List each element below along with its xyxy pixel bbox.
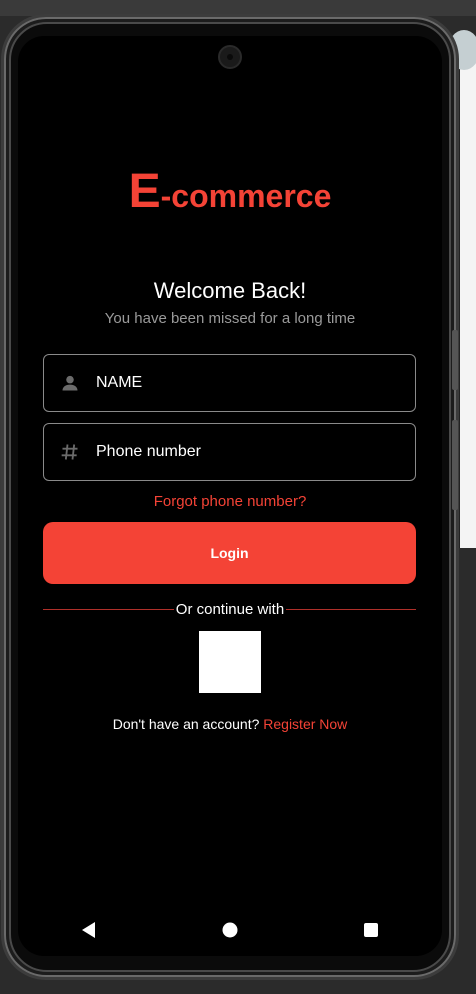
name-input[interactable]	[96, 374, 396, 392]
welcome-subtitle: You have been missed for a long time	[104, 310, 356, 327]
or-continue-label: Or continue with	[18, 601, 442, 618]
register-prompt-line: Don't have an account? Register Now	[18, 716, 442, 732]
recents-icon[interactable]	[351, 912, 391, 948]
social-login-button[interactable]	[199, 631, 261, 693]
front-camera	[218, 45, 242, 69]
hash-icon	[44, 442, 96, 462]
back-icon[interactable]	[69, 912, 109, 948]
register-prompt: Don't have an account?	[112, 716, 260, 732]
register-now-link[interactable]: Register Now	[263, 716, 347, 732]
android-nav-bar	[18, 912, 442, 948]
logo-text: -commerce	[160, 178, 332, 214]
ide-top-bar	[0, 0, 476, 16]
phone-screen: E-commerce Welcome Back! You have been m…	[18, 36, 442, 956]
or-continue-text: Or continue with	[173, 601, 287, 618]
volume-key	[452, 330, 458, 390]
ide-right-panel	[458, 38, 476, 548]
login-button[interactable]: Login	[43, 522, 416, 584]
power-key	[452, 420, 458, 510]
logo-letter: E	[128, 165, 161, 218]
phone-field[interactable]	[43, 423, 416, 481]
name-field[interactable]	[43, 354, 416, 412]
home-icon[interactable]	[210, 912, 250, 948]
welcome-title: Welcome Back!	[153, 278, 307, 303]
person-icon	[44, 373, 96, 393]
app-logo: E-commerce	[18, 164, 442, 219]
forgot-phone-link[interactable]: Forgot phone number?	[18, 493, 442, 510]
phone-input[interactable]	[96, 443, 396, 461]
